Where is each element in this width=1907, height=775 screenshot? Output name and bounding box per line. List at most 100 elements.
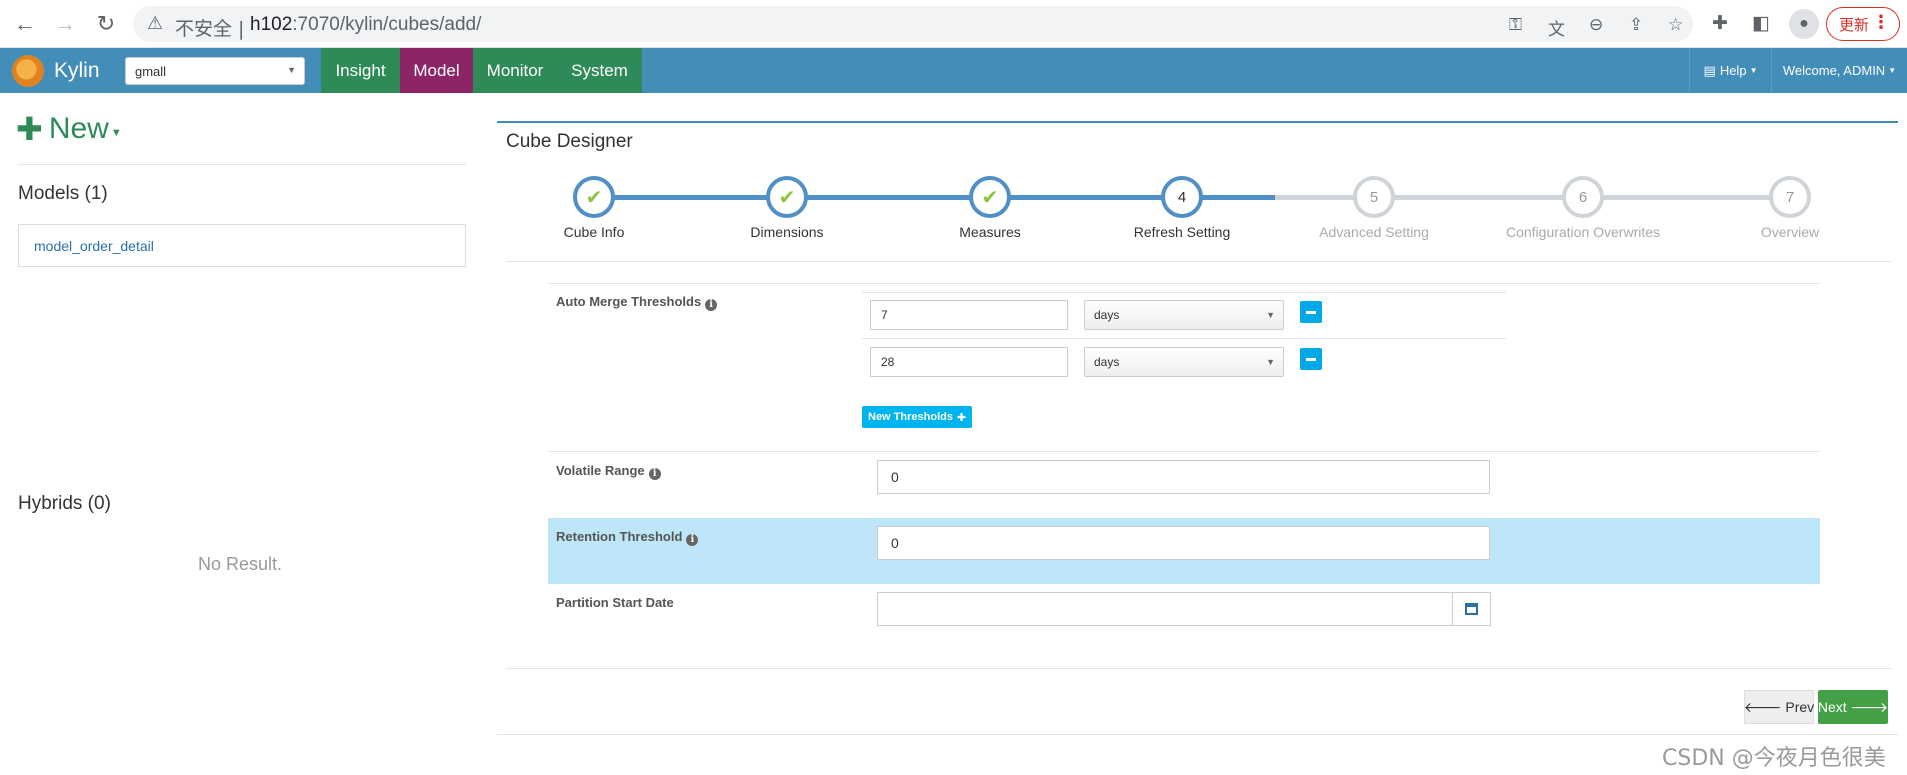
step-label-overview[interactable]: Overview [1690,224,1890,240]
translate-icon[interactable]: 文 [1548,15,1565,40]
model-list-item[interactable]: model_order_detail [18,224,466,267]
plus-icon: ✚ [16,111,43,147]
step-label-advanced-setting[interactable]: Advanced Setting [1274,224,1474,240]
watermark-text: CSDN @今夜月色很美 [1662,746,1886,771]
project-select[interactable]: gmall ▼ [125,57,305,85]
key-icon[interactable]: ⚿ [1509,15,1522,35]
step-3-circle[interactable]: ✔ [969,176,1011,218]
zoom-icon[interactable]: ⊖ [1589,15,1603,35]
new-button[interactable]: ✚ New ▼ [16,108,122,150]
models-title: Models (1) [18,183,108,204]
check-icon: ✔ [981,186,999,209]
arrow-right-icon: 🡒 [1850,698,1889,715]
minus-icon [1306,357,1316,361]
url-text: h102:7070/kylin/cubes/add/ [250,14,482,35]
threshold-unit-select[interactable]: days ▼ [1084,347,1284,377]
profile-avatar-icon[interactable]: ● [1789,9,1819,39]
next-button[interactable]: Next 🡒 [1818,690,1888,724]
divider [18,164,466,165]
step-2-circle[interactable]: ✔ [766,176,808,218]
arrow-left-icon: 🡐 [1743,698,1782,715]
extensions-icon[interactable]: ✚ [1712,12,1728,35]
caret-down-icon: ▼ [1266,310,1275,320]
address-bar[interactable]: ⚠ 不安全 | h102:7070/kylin/cubes/add/ ⚿ 文 ⊖… [133,6,1693,42]
plus-icon: ✚ [956,411,967,424]
calendar-button[interactable] [1452,592,1491,626]
divider [497,734,1898,735]
caret-down-icon: ▼ [287,65,296,75]
brand[interactable]: Kylin [12,54,100,88]
info-icon[interactable]: i [705,299,718,311]
partition-start-date-input[interactable] [877,592,1453,626]
step-number: 4 [1177,188,1187,206]
step-label-measures[interactable]: Measures [890,224,1090,240]
app-navbar: Kylin gmall ▼ Insight Model Monitor Syst… [0,48,1907,93]
new-thresholds-button[interactable]: New Thresholds ✚ [862,406,973,428]
remove-threshold-button[interactable] [1300,348,1322,370]
book-icon: ▤ [1703,62,1716,78]
threshold-value-input[interactable] [870,300,1068,330]
check-icon: ✔ [778,186,796,209]
step-label-cube-info[interactable]: Cube Info [494,224,694,240]
more-menu-icon[interactable]: ⋮ [1872,12,1890,33]
threshold-unit-select[interactable]: days ▼ [1084,300,1284,330]
tab-model[interactable]: Model [400,48,473,93]
remove-threshold-button[interactable] [1300,301,1322,323]
share-icon[interactable]: ⇪ [1629,15,1643,35]
brand-name: Kylin [54,59,100,82]
user-menu[interactable]: Welcome, ADMIN ▼ [1771,48,1907,93]
update-button[interactable]: 更新 ⋮ [1826,7,1900,41]
step-label-dimensions[interactable]: Dimensions [687,224,887,240]
volatile-range-label: Volatile Range i [556,463,661,480]
divider [506,261,1892,262]
prev-label: Prev [1785,699,1815,715]
step-4-circle[interactable]: 4 [1161,176,1203,218]
threshold-unit-value: days [1094,355,1120,369]
calendar-icon [1465,603,1478,615]
step-number: 5 [1369,188,1379,206]
partition-start-date-label: Partition Start Date [556,595,674,610]
kylin-logo-icon [12,55,44,87]
prev-button[interactable]: 🡐 Prev [1744,690,1814,724]
reload-icon[interactable]: ↻ [92,10,120,38]
new-label: New [48,112,109,145]
help-label: Help [1719,63,1747,78]
step-1-circle[interactable]: ✔ [573,176,615,218]
step-label-configuration-overwrites[interactable]: Configuration Overwrites [1483,224,1683,240]
step-5-circle[interactable]: 5 [1353,176,1395,218]
info-icon[interactable]: i [686,534,699,546]
bookmark-star-icon[interactable]: ☆ [1668,15,1683,35]
tab-monitor[interactable]: Monitor [473,48,557,93]
designer-title: Cube Designer [506,131,633,152]
browser-toolbar: ← → ↻ ⚠ 不安全 | h102:7070/kylin/cubes/add/… [0,0,1907,48]
divider [506,668,1892,669]
threshold-value-input[interactable] [870,347,1068,377]
info-icon[interactable]: i [648,468,661,480]
cube-designer-panel [497,121,1898,735]
check-icon: ✔ [585,186,603,209]
tab-insight[interactable]: Insight [321,48,400,93]
caret-down-icon: ▼ [110,127,122,139]
tab-system[interactable]: System [557,48,642,93]
forward-arrow-icon[interactable]: → [51,10,79,38]
hybrids-title: Hybrids (0) [18,493,111,514]
retention-threshold-input[interactable] [877,526,1490,560]
retention-threshold-label: Retention Threshold i [556,529,699,546]
side-panel-icon[interactable]: ◧ [1752,12,1770,35]
step-label-refresh-setting[interactable]: Refresh Setting [1082,224,1282,240]
warning-icon: ⚠ [147,13,164,33]
new-thresholds-label: New Thresholds [868,411,953,423]
auto-merge-label: Auto Merge Thresholds i [556,294,718,311]
next-label: Next [1817,699,1847,715]
step-number: 7 [1785,188,1795,206]
step-6-circle[interactable]: 6 [1562,176,1604,218]
volatile-range-input[interactable] [877,460,1490,494]
user-label: Welcome, ADMIN [1782,63,1886,78]
threshold-unit-value: days [1094,308,1120,322]
step-7-circle[interactable]: 7 [1769,176,1811,218]
step-number: 6 [1578,188,1588,206]
back-arrow-icon[interactable]: ← [11,10,39,38]
help-menu[interactable]: ▤ Help ▼ [1689,48,1771,93]
minus-icon [1306,310,1316,314]
caret-down-icon: ▼ [1888,66,1897,75]
